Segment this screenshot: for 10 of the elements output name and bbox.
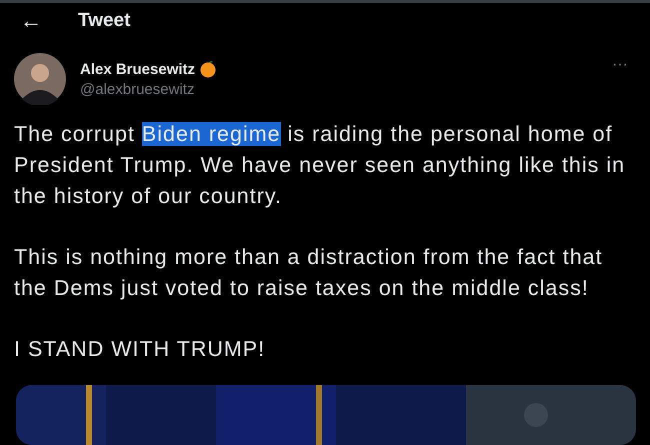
author-name[interactable]: Alex Bruesewitz: [80, 60, 196, 78]
more-button[interactable]: ···: [606, 55, 634, 75]
tweet-text: This is nothing more than a distraction from the fact that the Dems just voted to raise taxes on the middle class!: [14, 244, 604, 302]
avatar[interactable]: [14, 53, 66, 105]
page-title: Tweet: [78, 10, 130, 32]
fruit-icon: [199, 60, 218, 78]
back-button[interactable]: ←: [16, 8, 46, 34]
author-handle[interactable]: @alexbruesewitz: [80, 81, 592, 98]
tweet-text: I STAND WITH TRUMP!: [14, 336, 266, 363]
tweet-text: The corrupt Biden regime is raiding the personal home of President Trump. We have never seen anything like this in the history of our country.: [14, 121, 626, 210]
